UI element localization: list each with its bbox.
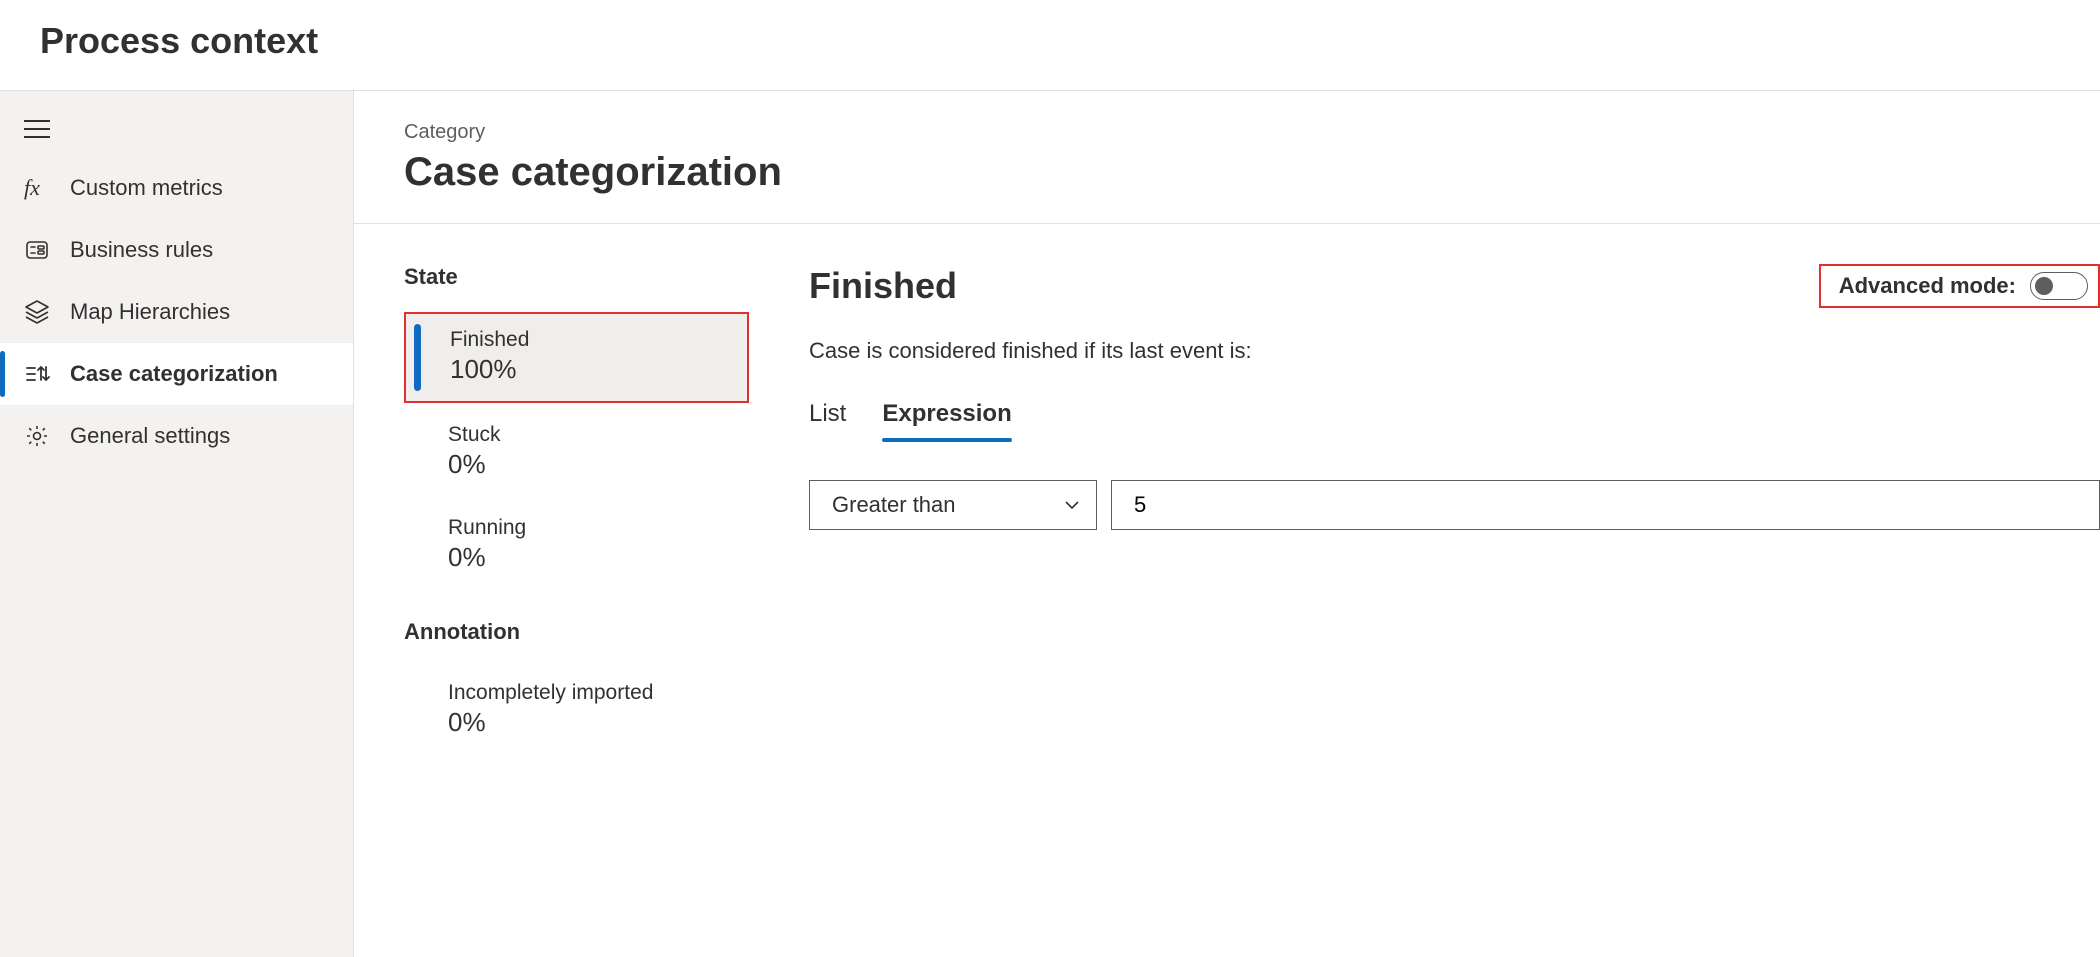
- sidebar-item-general-settings[interactable]: General settings: [0, 405, 353, 467]
- svg-text:fx: fx: [24, 175, 40, 200]
- annotation-section-label: Annotation: [404, 619, 749, 645]
- page-title: Case categorization: [404, 150, 2100, 195]
- state-name: Stuck: [448, 423, 731, 447]
- sidebar-item-label: Custom metrics: [70, 175, 223, 201]
- sidebar-item-label: Map Hierarchies: [70, 299, 230, 325]
- rules-icon: [24, 237, 50, 263]
- annotation-item-incompletely-imported[interactable]: Incompletely imported 0%: [404, 667, 749, 754]
- value-input[interactable]: [1111, 480, 2100, 530]
- detail-tabs: List Expression: [809, 400, 2100, 440]
- state-item-finished[interactable]: Finished 100%: [404, 312, 749, 403]
- app-header: Process context: [0, 0, 2100, 91]
- sidebar-item-business-rules[interactable]: Business rules: [0, 219, 353, 281]
- operator-select-value: Greater than: [832, 492, 956, 518]
- state-item-stuck[interactable]: Stuck 0%: [404, 409, 749, 496]
- toggle-knob: [2035, 277, 2053, 295]
- detail-description: Case is considered finished if its last …: [809, 338, 2100, 364]
- state-item-running[interactable]: Running 0%: [404, 502, 749, 589]
- layers-icon: [24, 299, 50, 325]
- tab-list[interactable]: List: [809, 400, 846, 440]
- state-section-label: State: [404, 264, 749, 290]
- advanced-mode-toggle[interactable]: [2030, 272, 2088, 300]
- category-label: Category: [404, 121, 2100, 144]
- tab-expression[interactable]: Expression: [882, 400, 1011, 440]
- sidebar-item-label: Business rules: [70, 237, 213, 263]
- detail-column: Finished Advanced mode: Case is consider…: [809, 264, 2100, 760]
- sidebar: fx Custom metrics Business rules: [0, 91, 354, 957]
- main-content: Category Case categorization State Finis…: [354, 91, 2100, 957]
- gear-icon: [24, 423, 50, 449]
- detail-title: Finished: [809, 265, 957, 307]
- chevron-down-icon: [1064, 497, 1080, 513]
- app-title: Process context: [40, 20, 2060, 62]
- state-value: 100%: [450, 354, 729, 385]
- state-value: 0%: [448, 542, 731, 573]
- hamburger-icon: [24, 119, 50, 139]
- state-name: Finished: [450, 328, 729, 352]
- state-name: Running: [448, 516, 731, 540]
- operator-select[interactable]: Greater than: [809, 480, 1097, 530]
- categorize-icon: [24, 361, 50, 387]
- annotation-name: Incompletely imported: [448, 681, 731, 705]
- advanced-mode-group: Advanced mode:: [1819, 264, 2100, 308]
- sidebar-item-case-categorization[interactable]: Case categorization: [0, 343, 353, 405]
- annotation-value: 0%: [448, 707, 731, 738]
- sidebar-item-label: Case categorization: [70, 361, 278, 387]
- advanced-mode-label: Advanced mode:: [1839, 273, 2016, 299]
- sidebar-item-label: General settings: [70, 423, 230, 449]
- divider: [354, 223, 2100, 224]
- state-column: State Finished 100% Stuck 0% Running 0% …: [404, 264, 749, 760]
- sidebar-item-map-hierarchies[interactable]: Map Hierarchies: [0, 281, 353, 343]
- state-value: 0%: [448, 449, 731, 480]
- sidebar-item-custom-metrics[interactable]: fx Custom metrics: [0, 157, 353, 219]
- hamburger-menu-button[interactable]: [0, 101, 353, 157]
- fx-icon: fx: [24, 175, 50, 201]
